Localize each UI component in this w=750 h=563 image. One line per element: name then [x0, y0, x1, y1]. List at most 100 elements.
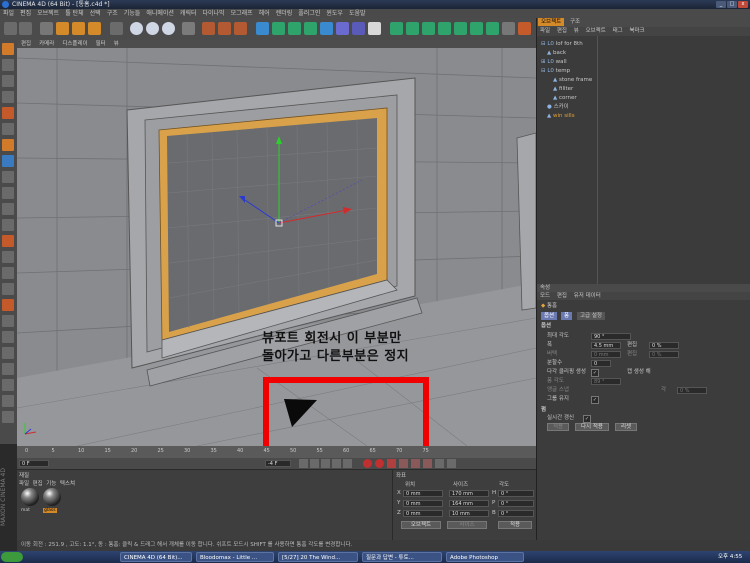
tab-structure[interactable]: 구조 [567, 18, 583, 26]
size-z-field[interactable]: 10 mm [449, 510, 489, 517]
material-swatch-glass[interactable] [43, 488, 61, 506]
vertex-field[interactable]: 0 mm [591, 351, 621, 358]
close-button[interactable]: x [738, 1, 748, 8]
magnet-icon[interactable] [2, 379, 14, 391]
viewport-menu-edit[interactable]: 편집 [21, 41, 31, 47]
om-menu-view[interactable]: 뷰 [574, 28, 579, 34]
keyframe-selection-icon[interactable] [387, 459, 396, 468]
rotation-key-icon[interactable] [423, 459, 432, 468]
list-item[interactable]: ▲ corner [553, 94, 577, 103]
brush-icon[interactable] [2, 299, 14, 311]
record-icon[interactable] [363, 459, 372, 468]
render-view-icon[interactable] [202, 22, 215, 35]
soft-selection-icon[interactable] [2, 267, 14, 279]
rotate-icon[interactable] [88, 22, 101, 35]
taskbar-item[interactable]: Bloodomax - Little ... [196, 552, 274, 562]
menu-object[interactable]: 오브젝트 [37, 10, 59, 17]
menu-animation[interactable]: 애니메이션 [146, 10, 174, 17]
position-z-field[interactable]: 0 mm [403, 510, 443, 517]
spline-icon[interactable] [272, 22, 285, 35]
auto-key-icon[interactable] [375, 459, 384, 468]
mograph-effector-icon[interactable] [422, 22, 435, 35]
recent-tool-icon[interactable] [110, 22, 123, 35]
menu-character[interactable]: 캐릭터 [180, 10, 197, 17]
position-x-field[interactable]: 0 mm [403, 490, 443, 497]
subdivision-field[interactable]: 0 [591, 360, 611, 367]
taskbar-item[interactable]: [5/27] 20 The Wind... [278, 552, 358, 562]
z-axis-icon[interactable] [162, 22, 175, 35]
width-field[interactable]: 4.5 mm [591, 342, 621, 349]
go-to-start-icon[interactable] [299, 459, 308, 468]
rotation-h-field[interactable]: 0 ° [498, 490, 534, 497]
maximize-button[interactable]: □ [727, 1, 737, 8]
start-button[interactable] [1, 552, 23, 562]
attr-apply-button[interactable]: 적용 [547, 423, 569, 431]
menu-render[interactable]: 렌더링 [276, 10, 293, 17]
go-to-end-icon[interactable] [343, 459, 352, 468]
dynamics-icon[interactable] [470, 22, 483, 35]
parameter-key-icon[interactable] [435, 459, 444, 468]
material-menu-function[interactable]: 기능 [46, 481, 56, 487]
uv-polygons-icon[interactable] [2, 171, 14, 183]
bridge-icon[interactable] [2, 363, 14, 375]
position-y-field[interactable]: 0 mm [403, 500, 443, 507]
attr-tab-options[interactable]: 옵션 [541, 312, 558, 320]
x-axis-icon[interactable] [130, 22, 143, 35]
polygons-mode-icon[interactable] [2, 139, 14, 151]
attr-tab-advanced[interactable]: 고급 설정 [577, 312, 605, 320]
taskbar-item[interactable]: Adobe Photoshop [446, 552, 524, 562]
render-settings-icon[interactable] [234, 22, 247, 35]
timeline-ruler[interactable]: 0 5 10 15 20 25 30 35 40 45 50 55 60 65 70 75 [17, 446, 536, 458]
knife-icon[interactable] [2, 315, 14, 327]
menu-edit[interactable]: 편집 [20, 10, 31, 17]
undo-icon[interactable] [4, 22, 17, 35]
menu-file[interactable]: 파일 [3, 10, 14, 17]
smooth-shift-icon[interactable] [2, 411, 14, 423]
point-level-icon[interactable] [447, 459, 456, 468]
taskbar-item[interactable]: 질문과 답변 - 튜토... [362, 552, 442, 562]
menu-mograph[interactable]: 모그래프 [231, 10, 253, 17]
y-axis-icon[interactable] [146, 22, 159, 35]
mirror-icon[interactable] [2, 395, 14, 407]
realtime-checkbox[interactable]: ✓ [583, 415, 591, 423]
next-frame-icon[interactable] [332, 459, 341, 468]
object-mode-icon[interactable] [2, 59, 14, 71]
vertex-edit-field[interactable]: 0 % [649, 351, 679, 358]
start-frame-field[interactable]: 0 F [19, 460, 49, 467]
position-key-icon[interactable] [399, 459, 408, 468]
taskbar-item[interactable]: CINEMA 4D (64 Bit)... [120, 552, 192, 562]
live-select-icon[interactable] [40, 22, 53, 35]
rotation-p-field[interactable]: 0 ° [498, 500, 534, 507]
scale-key-icon[interactable] [411, 459, 420, 468]
om-menu-object[interactable]: 오브젝트 [586, 28, 606, 34]
camera-icon[interactable] [352, 22, 365, 35]
list-item[interactable]: ⊟ L0 temp [541, 67, 570, 76]
python-icon[interactable] [518, 22, 531, 35]
texture-mode-icon[interactable] [2, 75, 14, 87]
attr-reset-button[interactable]: 리셋 [615, 423, 637, 431]
size-mode-select[interactable]: 사이즈 [447, 521, 487, 529]
animation-mode-icon[interactable] [2, 187, 14, 199]
size-x-field[interactable]: 170 mm [449, 490, 489, 497]
attr-tab-phong[interactable]: 퐁 [561, 312, 573, 320]
menu-help[interactable]: 도움말 [349, 10, 366, 17]
model-mode-icon[interactable] [2, 43, 14, 55]
rotation-b-field[interactable]: 0 ° [498, 510, 534, 517]
max-angle-field[interactable]: 90 ° [591, 333, 631, 340]
edit-percent-field[interactable]: 0 % [649, 342, 679, 349]
material-menu-edit[interactable]: 편집 [33, 481, 43, 487]
list-item[interactable]: ⊞ L0 wall [541, 58, 567, 67]
clipping-checkbox[interactable]: ✓ [591, 369, 599, 377]
snap-icon[interactable] [2, 235, 14, 247]
extrude-icon[interactable] [2, 331, 14, 343]
menu-tools[interactable]: 툴 탄체 [65, 10, 83, 17]
render-picture-viewer-icon[interactable] [218, 22, 231, 35]
list-item[interactable]: ▲ fillter [553, 85, 573, 94]
scale-icon[interactable] [72, 22, 85, 35]
attr-menu-edit[interactable]: 편집 [557, 293, 567, 299]
edges-mode-icon[interactable] [2, 123, 14, 135]
om-menu-file[interactable]: 파일 [540, 28, 550, 34]
menu-select[interactable]: 선택 [90, 10, 101, 17]
menu-plugins[interactable]: 플러그인 [298, 10, 320, 17]
axis-mode-icon[interactable] [2, 251, 14, 263]
